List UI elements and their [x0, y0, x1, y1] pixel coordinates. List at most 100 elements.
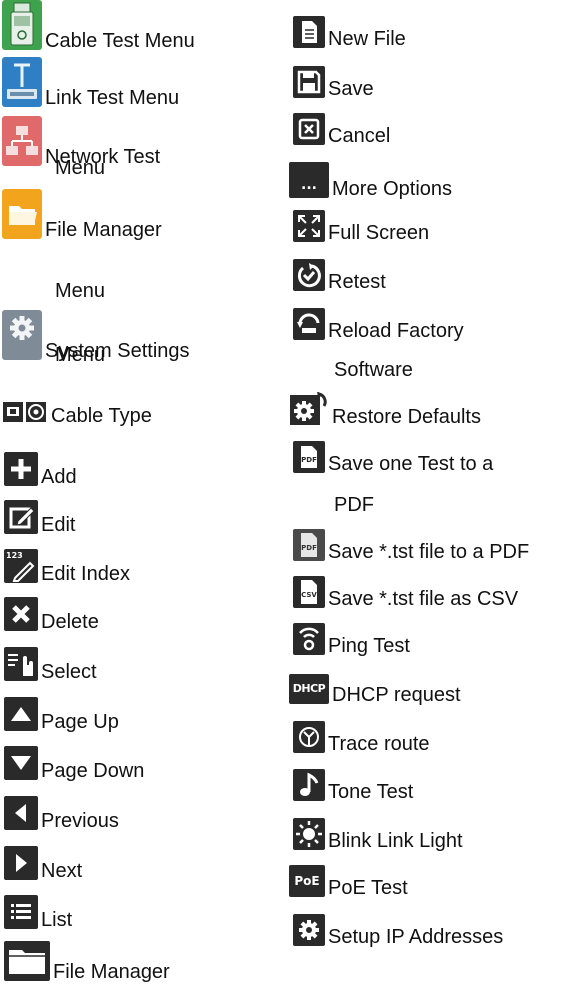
legend-item-restore-defaults: Restore Defaults [289, 392, 481, 428]
select-icon [4, 647, 38, 681]
legend-item-save: Save [293, 66, 374, 100]
legend-item-previous: Previous [4, 796, 119, 832]
legend-label: Save *.tst file as CSV [328, 588, 519, 610]
legend-label: Previous [41, 810, 119, 832]
legend-label: Save one Test to a [328, 453, 494, 475]
setup-ip-gear-icon [293, 914, 325, 946]
legend-label: Restore Defaults [332, 406, 481, 428]
legend-item-list: List [4, 895, 72, 931]
tone-note-icon [293, 769, 325, 801]
legend-item-trace-route: Trace route [293, 721, 430, 755]
legend-item-tone-test: Tone Test [293, 769, 413, 803]
legend-item-cable-test-menu: Cable Test Menu [2, 0, 195, 52]
ping-icon [293, 623, 325, 655]
legend-label: Cable Type [51, 405, 152, 427]
legend-item-page-down: Page Down [4, 746, 144, 782]
legend-item-setup-ip-addresses: Setup IP Addresses [293, 914, 503, 948]
folder-icon [2, 189, 42, 239]
legend-label: Ping Test [328, 635, 410, 657]
link-test-icon [2, 57, 42, 107]
triangle-right-icon [4, 846, 38, 880]
legend-label: More Options [332, 178, 453, 200]
legend-item-save-one-test-pdf: PDF Save one Test to a [293, 441, 493, 475]
legend-item-select: Select [4, 647, 97, 683]
legend-label: List [41, 909, 73, 931]
dhcp-icon: DHCP [289, 674, 329, 704]
legend-label: Cancel [328, 125, 391, 147]
legend-label: PoE Test [328, 877, 408, 899]
legend-item-reload-factory-software: Reload Factory [293, 308, 464, 342]
legend-item-page-up: Page Up [4, 697, 119, 733]
edit-index-icon: 123 [4, 549, 38, 583]
full-screen-icon [293, 210, 325, 242]
file-manager-folder-icon [4, 941, 50, 981]
legend-label-continuation: Menu [55, 344, 106, 366]
legend-label-continuation: PDF [334, 494, 374, 516]
poe-icon: PoE [289, 865, 325, 897]
legend-label: Link Test Menu [45, 87, 180, 109]
new-file-icon [293, 16, 325, 48]
ellipsis-icon: ... [289, 162, 329, 198]
restore-defaults-icon [289, 392, 329, 426]
triangle-down-icon [4, 746, 38, 780]
legend-item-save-tst-csv: CSV Save *.tst file as CSV [293, 576, 518, 610]
triangle-up-icon [4, 697, 38, 731]
legend-label: Retest [328, 271, 386, 293]
gear-icon [2, 310, 42, 360]
legend-label: Blink Link Light [328, 830, 463, 852]
legend-label: Add [41, 466, 77, 488]
plus-icon [4, 452, 38, 486]
legend-label: Save *.tst file to a PDF [328, 541, 530, 563]
legend-item-dhcp-request: DHCP DHCP request [289, 674, 461, 706]
legend-item-add: Add [4, 452, 77, 488]
legend-label: Edit Index [41, 563, 130, 585]
legend-label: Page Up [41, 711, 119, 733]
cable-tester-icon [2, 0, 42, 50]
network-topology-icon [2, 116, 42, 166]
legend-label-continuation: Menu [55, 280, 106, 302]
delete-icon [4, 597, 38, 631]
legend-item-cancel: Cancel [293, 113, 390, 147]
legend-label: Save [328, 78, 374, 100]
triangle-left-icon [4, 796, 38, 830]
legend-item-blink-link-light: Blink Link Light [293, 818, 463, 852]
legend-item-full-screen: Full Screen [293, 210, 429, 244]
list-icon [4, 895, 38, 929]
legend-label: Full Screen [328, 222, 430, 244]
legend-item-file-manager: File Manager [4, 941, 170, 983]
legend-label: Cable Test Menu [45, 30, 195, 52]
blink-light-icon [293, 818, 325, 850]
pdf-file-light-icon: PDF [293, 529, 325, 561]
legend-label-continuation: Software [334, 359, 413, 381]
legend-label: Select [41, 661, 97, 683]
cable-type-icon [2, 399, 48, 425]
legend-item-retest: Retest [293, 259, 386, 293]
legend-label: Next [41, 860, 83, 882]
legend-item-more-options: ... More Options [289, 162, 452, 200]
legend-item-next: Next [4, 846, 82, 882]
legend-label: Page Down [41, 760, 145, 782]
legend-item-edit-index: 123 Edit Index [4, 549, 130, 585]
legend-label-continuation: Menu [55, 157, 106, 179]
legend-item-cable-type: Cable Type [2, 399, 152, 427]
legend-label: New File [328, 28, 406, 50]
legend-item-link-test-menu: Link Test Menu [2, 57, 179, 109]
legend-label: Setup IP Addresses [328, 926, 504, 948]
legend-item-edit: Edit [4, 500, 75, 536]
legend-label: Edit [41, 514, 76, 536]
legend-label: Tone Test [328, 781, 414, 803]
trace-route-icon [293, 721, 325, 753]
edit-icon [4, 500, 38, 534]
legend-label: Reload Factory [328, 320, 464, 342]
legend-item-delete: Delete [4, 597, 99, 633]
retest-icon [293, 259, 325, 291]
legend-item-ping-test: Ping Test [293, 623, 410, 657]
legend-item-new-file: New File [293, 16, 406, 50]
pdf-file-icon: PDF [293, 441, 325, 473]
legend-label: File Manager [53, 961, 170, 983]
cancel-box-icon [293, 113, 325, 145]
floppy-disk-icon [293, 66, 325, 98]
legend-item-poe-test: PoE PoE Test [289, 865, 408, 899]
legend-item-file-manager-menu: File Manager [2, 189, 162, 241]
legend-label: Delete [41, 611, 99, 633]
